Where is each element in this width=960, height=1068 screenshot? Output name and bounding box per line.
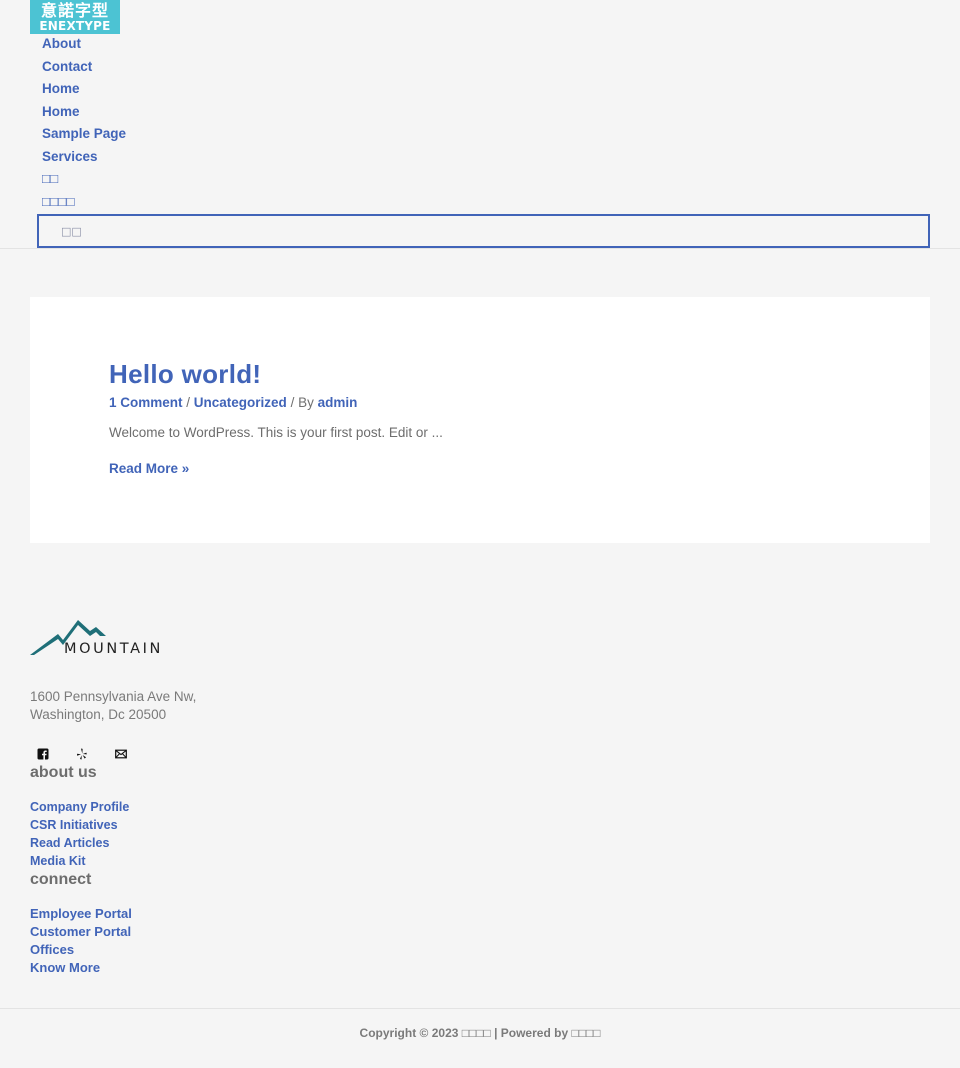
post-excerpt: Welcome to WordPress. This is your first… [109, 425, 443, 440]
facebook-icon [37, 748, 49, 760]
nav-item-cjk-1[interactable]: □□ [42, 170, 126, 193]
site-logo[interactable]: 意諾字型 ENEXTYPE [30, 0, 120, 34]
mountain-logo[interactable]: MOUNTAIN [30, 618, 170, 658]
logo-en-text: ENEXTYPE [39, 18, 111, 33]
footer-address: 1600 Pennsylvania Ave Nw, Washington, Dc… [30, 688, 196, 724]
post-card: Hello world! 1 Comment / Uncategorized /… [30, 297, 930, 543]
offices-link[interactable]: Offices [30, 941, 132, 959]
read-articles-link[interactable]: Read Articles [30, 834, 129, 852]
post-category-link[interactable]: Uncategorized [194, 395, 287, 410]
search-box [37, 214, 930, 248]
facebook-link[interactable] [37, 746, 76, 762]
nav-item-home[interactable]: Home [42, 80, 126, 103]
company-profile-link[interactable]: Company Profile [30, 798, 129, 816]
yelp-icon [77, 748, 87, 760]
customer-portal-link[interactable]: Customer Portal [30, 923, 132, 941]
address-line-2: Washington, Dc 20500 [30, 707, 167, 722]
post-author-link[interactable]: admin [318, 395, 358, 410]
connect-heading: connect [30, 871, 92, 888]
employee-portal-link[interactable]: Employee Portal [30, 905, 132, 923]
nav-item-cjk-2[interactable]: □□□□ [42, 193, 126, 216]
mountain-logo-text: MOUNTAIN [64, 641, 163, 657]
primary-nav: About Contact Home Home Sample Page Serv… [42, 35, 126, 215]
address-line-1: 1600 Pennsylvania Ave Nw, [30, 689, 197, 704]
post-title[interactable]: Hello world! [109, 359, 261, 390]
know-more-link[interactable]: Know More [30, 959, 132, 977]
site-header: 意諾字型 ENEXTYPE About Contact Home Home Sa… [0, 0, 960, 249]
yelp-link[interactable] [76, 746, 115, 762]
search-input[interactable] [39, 216, 928, 246]
read-more-link[interactable]: Read More » [109, 461, 189, 476]
about-us-links: Company Profile CSR Initiatives Read Art… [30, 798, 129, 870]
mail-link[interactable] [115, 746, 154, 762]
post-comments-link[interactable]: 1 Comment [109, 395, 183, 410]
footer-bar: Copyright © 2023 □□□□ | Powered by □□□□ [0, 1008, 960, 1068]
logo-cjk-text: 意諾字型 [40, 0, 109, 20]
mountain-icon: MOUNTAIN [30, 620, 163, 657]
nav-item-about[interactable]: About [42, 35, 126, 58]
meta-by-label: / By [286, 395, 318, 410]
connect-links: Employee Portal Customer Portal Offices … [30, 905, 132, 977]
mail-icon [115, 749, 127, 759]
nav-item-services[interactable]: Services [42, 148, 126, 171]
media-kit-link[interactable]: Media Kit [30, 852, 129, 870]
copyright-text: Copyright © 2023 □□□□ | Powered by □□□□ [359, 1026, 601, 1040]
social-links [37, 746, 154, 762]
about-us-heading: about us [30, 764, 97, 781]
post-meta: 1 Comment / Uncategorized / By admin [109, 395, 357, 410]
nav-item-sample-page[interactable]: Sample Page [42, 125, 126, 148]
nav-item-contact[interactable]: Contact [42, 58, 126, 81]
meta-separator: / [182, 395, 194, 410]
csr-initiatives-link[interactable]: CSR Initiatives [30, 816, 129, 834]
nav-item-home-2[interactable]: Home [42, 103, 126, 126]
